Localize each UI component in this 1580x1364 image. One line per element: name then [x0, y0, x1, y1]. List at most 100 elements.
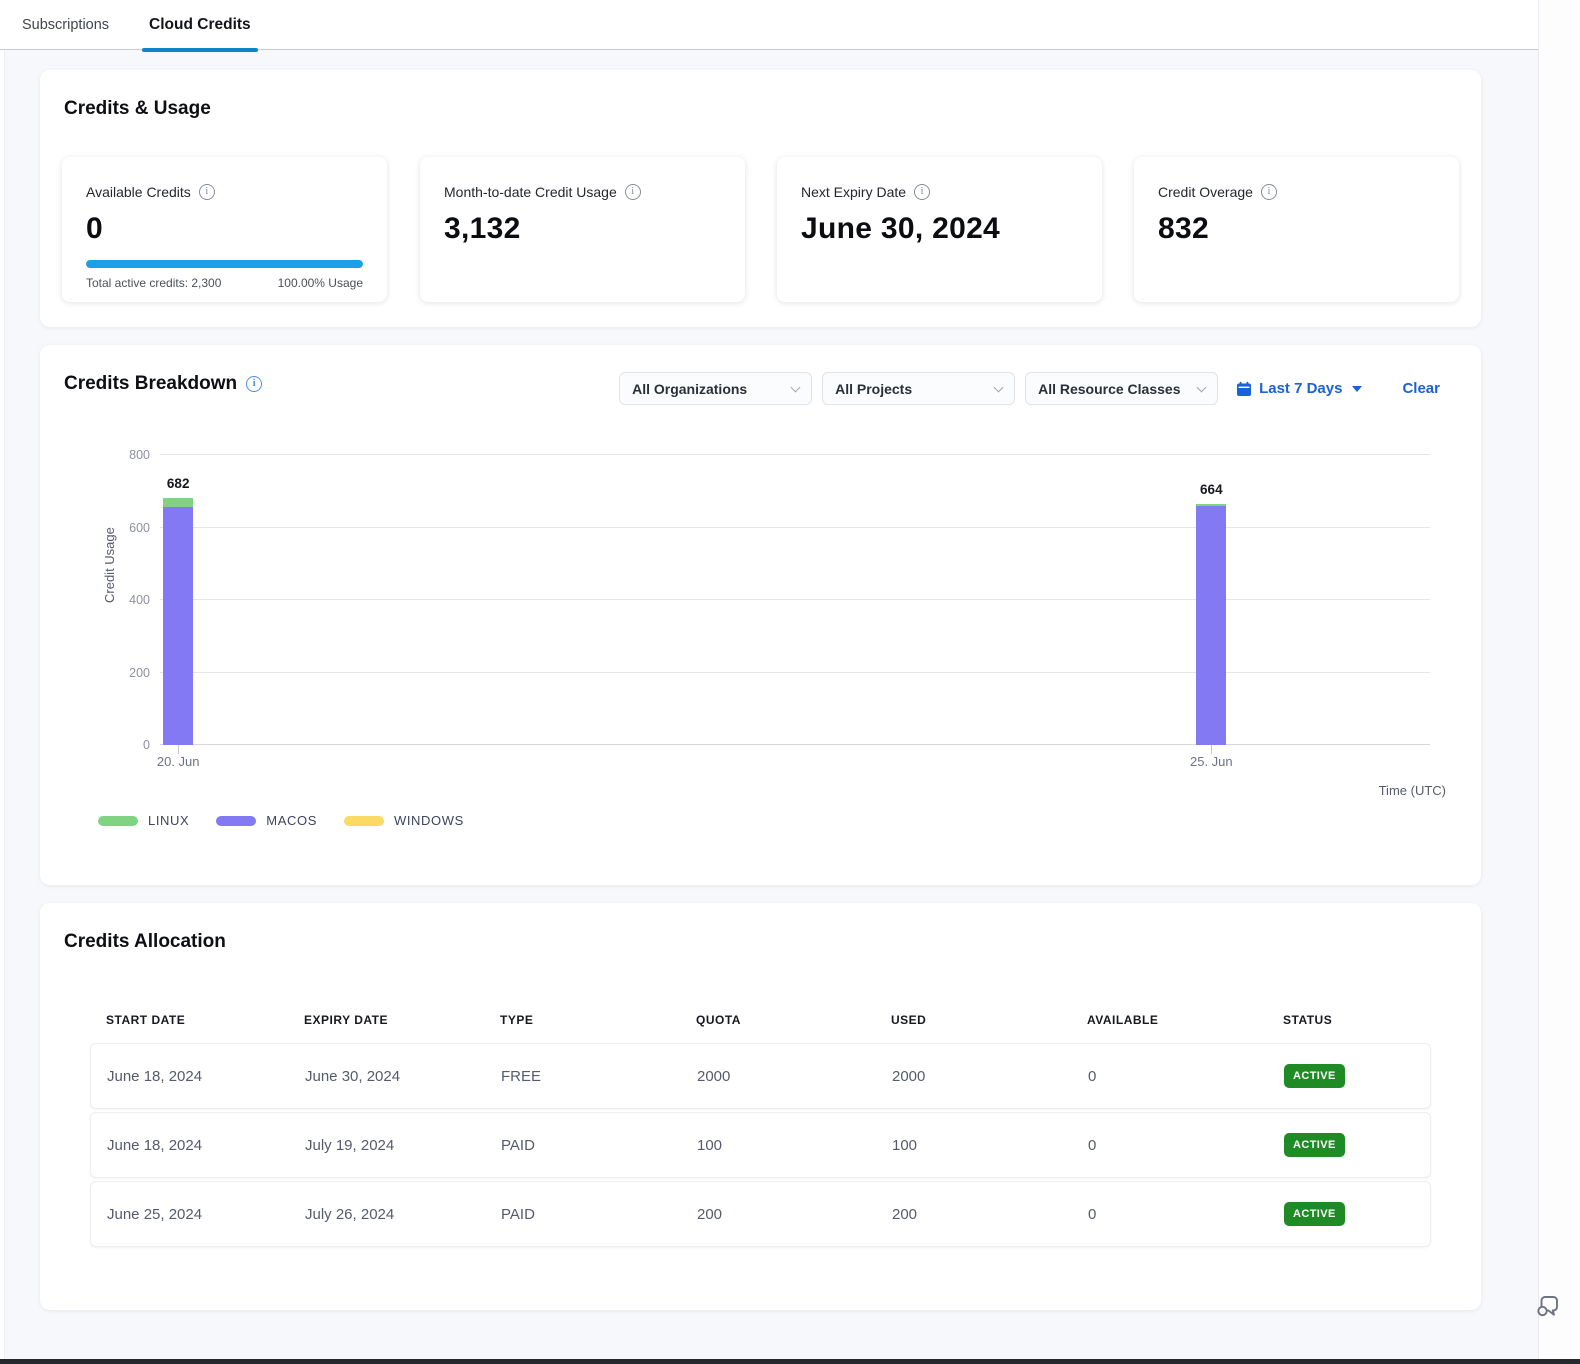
- cell-type: PAID: [501, 1206, 697, 1223]
- x-axis-tickmark: [1211, 745, 1212, 754]
- date-range-picker[interactable]: Last 7 Days: [1236, 380, 1362, 397]
- next-expiry-value: June 30, 2024: [801, 212, 1078, 246]
- cell-expiry-date: July 26, 2024: [305, 1206, 501, 1223]
- legend-label: MACOS: [266, 813, 317, 828]
- cell-quota: 2000: [697, 1068, 892, 1085]
- info-icon[interactable]: [914, 184, 930, 200]
- credits-allocation-section: Credits Allocation START DATE EXPIRY DAT…: [40, 903, 1481, 1310]
- legend-swatch: [344, 816, 384, 826]
- stat-card-next-expiry: Next Expiry Date June 30, 2024: [777, 157, 1102, 302]
- total-active-credits: Total active credits: 2,300: [86, 276, 221, 290]
- credits-usage-progress-bar: [86, 260, 363, 268]
- stat-card-mtd-usage: Month-to-date Credit Usage 3,132: [420, 157, 745, 302]
- cell-used: 2000: [892, 1068, 1088, 1085]
- gridline: [160, 744, 1430, 745]
- bar-20-jun[interactable]: [163, 498, 193, 745]
- available-credits-value: 0: [86, 212, 363, 246]
- chevron-down-icon: [791, 382, 801, 392]
- bar-segment-linux: [163, 498, 193, 507]
- legend-label: LINUX: [148, 813, 189, 828]
- credits-allocation-title: Credits Allocation: [64, 931, 226, 953]
- organizations-filter[interactable]: All Organizations: [619, 372, 812, 405]
- usage-percentage: 100.00% Usage: [278, 276, 363, 290]
- mtd-usage-value: 3,132: [444, 212, 721, 246]
- window-bottom-edge: [0, 1359, 1580, 1364]
- cell-quota: 200: [697, 1206, 892, 1223]
- column-header-start-date: START DATE: [106, 1013, 304, 1027]
- chart-legend: LINUX MACOS WINDOWS: [98, 813, 464, 828]
- cell-type: FREE: [501, 1068, 697, 1085]
- credits-breakdown-section: Credits Breakdown All Organizations All …: [40, 345, 1481, 885]
- breakdown-filters: All Organizations All Projects All Resou…: [619, 372, 1440, 405]
- y-axis-tick: 600: [110, 521, 150, 535]
- allocation-table-header: START DATE EXPIRY DATE TYPE QUOTA USED A…: [106, 1013, 1415, 1027]
- projects-filter[interactable]: All Projects: [822, 372, 1015, 405]
- y-axis-tick: 0: [110, 738, 150, 752]
- credits-usage-title: Credits & Usage: [64, 98, 211, 120]
- credits-breakdown-title: Credits Breakdown: [64, 373, 262, 395]
- legend-label: WINDOWS: [394, 813, 464, 828]
- status-badge: ACTIVE: [1284, 1133, 1345, 1157]
- info-icon[interactable]: [246, 376, 262, 392]
- right-gutter: [1538, 0, 1580, 1359]
- chat-bubbles-icon: [1532, 1289, 1564, 1321]
- cell-type: PAID: [501, 1137, 697, 1154]
- progress-fill: [86, 260, 363, 268]
- table-row: June 25, 2024 July 26, 2024 PAID 200 200…: [90, 1181, 1431, 1247]
- info-icon[interactable]: [625, 184, 641, 200]
- resource-classes-filter[interactable]: All Resource Classes: [1025, 372, 1218, 405]
- bar-25-jun[interactable]: [1196, 504, 1226, 745]
- gridline: [160, 454, 1430, 455]
- legend-item-macos[interactable]: MACOS: [216, 813, 317, 828]
- y-axis-label: Credit Usage: [102, 527, 117, 603]
- column-header-type: TYPE: [500, 1013, 696, 1027]
- bar-segment-macos: [1196, 506, 1226, 745]
- legend-item-windows[interactable]: WINDOWS: [344, 813, 464, 828]
- legend-swatch: [98, 816, 138, 826]
- x-axis-tick: 20. Jun: [143, 754, 213, 769]
- cell-start-date: June 18, 2024: [107, 1068, 305, 1085]
- credit-overage-value: 832: [1158, 212, 1435, 246]
- caret-down-icon: [1352, 386, 1362, 392]
- left-edge: [0, 50, 5, 1359]
- cell-available: 0: [1088, 1068, 1284, 1085]
- info-icon[interactable]: [199, 184, 215, 200]
- chevron-down-icon: [994, 382, 1004, 392]
- legend-item-linux[interactable]: LINUX: [98, 813, 189, 828]
- cell-expiry-date: July 19, 2024: [305, 1137, 501, 1154]
- stat-card-credit-overage: Credit Overage 832: [1134, 157, 1459, 302]
- date-range-value: Last 7 Days: [1259, 380, 1342, 397]
- next-expiry-label: Next Expiry Date: [801, 184, 906, 200]
- column-header-status: STATUS: [1283, 1013, 1415, 1027]
- tab-cloud-credits[interactable]: Cloud Credits: [149, 0, 251, 50]
- tab-subscriptions[interactable]: Subscriptions: [22, 0, 109, 50]
- status-badge: ACTIVE: [1284, 1064, 1345, 1088]
- bar-value-label: 682: [146, 476, 210, 491]
- cell-used: 200: [892, 1206, 1088, 1223]
- credits-breakdown-title-text: Credits Breakdown: [64, 373, 237, 395]
- info-icon[interactable]: [1261, 184, 1277, 200]
- status-badge: ACTIVE: [1284, 1202, 1345, 1226]
- cell-available: 0: [1088, 1206, 1284, 1223]
- legend-swatch: [216, 816, 256, 826]
- calendar-icon: [1236, 381, 1252, 397]
- active-tab-indicator: [142, 48, 258, 52]
- cell-start-date: June 18, 2024: [107, 1137, 305, 1154]
- column-header-quota: QUOTA: [696, 1013, 891, 1027]
- tab-subscriptions-label: Subscriptions: [22, 17, 109, 33]
- gridline: [160, 599, 1430, 600]
- bar-segment-macos: [163, 507, 193, 745]
- stat-card-available-credits: Available Credits 0 Total active credits…: [62, 157, 387, 302]
- credit-usage-chart: Credit Usage Time (UTC) 0200400600800682…: [160, 455, 1430, 745]
- cell-start-date: June 25, 2024: [107, 1206, 305, 1223]
- credit-overage-label: Credit Overage: [1158, 184, 1253, 200]
- mtd-usage-label: Month-to-date Credit Usage: [444, 184, 617, 200]
- cell-expiry-date: June 30, 2024: [305, 1068, 501, 1085]
- chevron-down-icon: [1197, 382, 1207, 392]
- bar-value-label: 664: [1179, 482, 1243, 497]
- support-chat-button[interactable]: [1532, 1289, 1564, 1321]
- organizations-filter-value: All Organizations: [632, 381, 747, 397]
- clear-filters-button[interactable]: Clear: [1402, 380, 1440, 397]
- y-axis-tick: 800: [110, 448, 150, 462]
- credits-usage-section: Credits & Usage Available Credits 0 Tota…: [40, 70, 1481, 327]
